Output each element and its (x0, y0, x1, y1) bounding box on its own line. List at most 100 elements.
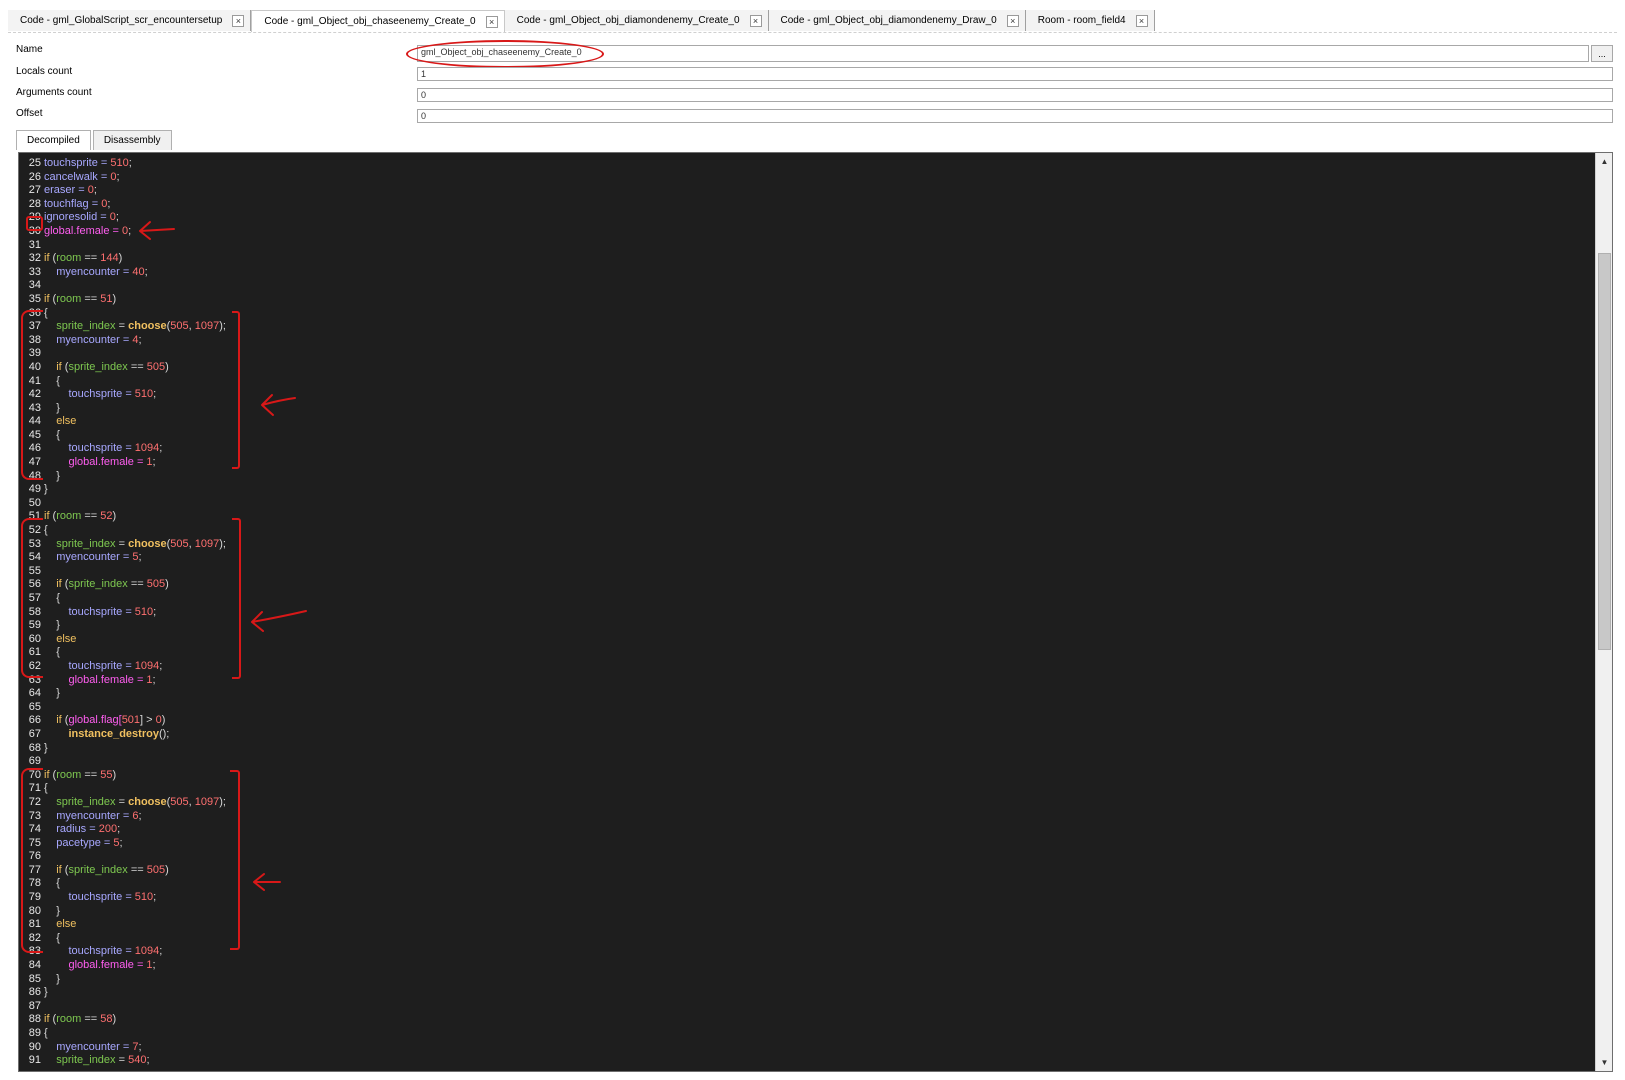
code-line: 26 cancelwalk = 0; (19, 171, 1599, 185)
tab-chaseenemy-create[interactable]: Code - gml_Object_obj_chaseenemy_Create_… (251, 10, 505, 32)
close-icon[interactable]: × (1135, 14, 1148, 27)
close-icon[interactable]: × (485, 15, 498, 28)
line-number: 64 (28, 687, 41, 700)
code-token: 200 (98, 823, 118, 836)
code-line: 29 ignoresolid = 0; (19, 211, 1599, 225)
offset-field[interactable]: 0 (417, 109, 1613, 123)
scroll-thumb[interactable] (1598, 253, 1611, 650)
code-token: ; (117, 823, 121, 836)
code-token: global (68, 673, 98, 686)
code-token: 1097 (194, 537, 220, 550)
code-line: 80 } (19, 905, 1599, 919)
code-token: ) (161, 714, 166, 727)
code-line: 56 if (sprite_index == 505) (19, 578, 1599, 592)
code-token: } (44, 986, 48, 999)
code-token: 505 (170, 537, 189, 550)
code-token: ; (159, 945, 163, 958)
code-token: ; (144, 265, 148, 278)
vertical-scrollbar[interactable]: ▲ ▼ (1595, 153, 1612, 1071)
code-text: { (42, 877, 60, 891)
code-token: ); (219, 320, 226, 333)
code-token: .female = (97, 456, 147, 469)
code-token: 501 (121, 714, 141, 727)
code-token: == (127, 360, 147, 373)
locals-count-field[interactable]: 1 (417, 67, 1613, 81)
code-token: ) (112, 292, 117, 305)
code-token: ; (146, 1054, 150, 1067)
code-text: touchsprite = 510; (42, 891, 156, 905)
code-token: ; (116, 170, 120, 183)
code-token: choose (128, 320, 167, 333)
code-line: 66 if (global.flag[501] > 0) (19, 714, 1599, 728)
line-number: 84 (28, 959, 41, 972)
code-text: else (42, 633, 76, 647)
code-token: global (68, 714, 98, 727)
close-icon[interactable]: × (1006, 14, 1019, 27)
code-token: else (56, 415, 77, 428)
code-token: sprite_index (56, 537, 116, 550)
code-text: touchsprite = 510; (42, 606, 156, 620)
code-token: ; (128, 224, 132, 237)
code-line: 64 } (19, 687, 1599, 701)
code-line: 77 if (sprite_index == 505) (19, 864, 1599, 878)
code-text: } (42, 687, 60, 701)
annotation-bracket-left-1 (21, 310, 43, 480)
close-icon[interactable]: × (749, 14, 762, 27)
code-token: ); (219, 537, 226, 550)
code-token: ); (219, 795, 226, 808)
code-text: myencounter = 4; (42, 334, 141, 348)
code-token: } (44, 904, 60, 917)
tab-decompiled[interactable]: Decompiled (16, 130, 91, 150)
tab-disassembly[interactable]: Disassembly (92, 130, 172, 150)
code-line: 61 { (19, 646, 1599, 660)
line-number: 87 (28, 999, 41, 1012)
scroll-down-icon[interactable]: ▼ (1597, 1055, 1612, 1070)
code-text: { (42, 429, 60, 443)
code-token: touchsprite = (44, 945, 135, 958)
scroll-up-icon[interactable]: ▲ (1597, 154, 1612, 169)
arguments-count-field[interactable]: 0 (417, 88, 1613, 102)
code-line: 81 else (19, 918, 1599, 932)
code-token: room (56, 252, 82, 265)
tab-room-field4[interactable]: Room - room_field4 × (1025, 10, 1155, 31)
code-text: ignoresolid = 0; (42, 211, 119, 225)
tab-diamondenemy-draw[interactable]: Code - gml_Object_obj_diamondenemy_Draw_… (768, 10, 1026, 31)
code-token: ) (118, 252, 123, 265)
code-token: { (44, 877, 60, 890)
code-text: { (42, 592, 60, 606)
line-number: 88 (28, 1013, 41, 1026)
code-line: 74 radius = 200; (19, 823, 1599, 837)
code-text: } (42, 402, 60, 416)
line-number: 89 (28, 1027, 41, 1039)
code-line: 89{ (19, 1027, 1599, 1041)
tab-diamondenemy-create[interactable]: Code - gml_Object_obj_diamondenemy_Creat… (504, 10, 769, 31)
code-editor[interactable]: 25 touchsprite = 510; 26 cancelwalk = 0; 27 e… (18, 152, 1613, 1072)
code-token: ; (153, 388, 157, 401)
tab-encountersetup[interactable]: Code - gml_GlobalScript_scr_encounterset… (8, 10, 252, 31)
browse-button[interactable]: ... (1591, 45, 1613, 62)
code-line: 60 else (19, 633, 1599, 647)
code-token: ignoresolid = (44, 211, 110, 224)
code-line: 68} (19, 742, 1599, 756)
code-token: { (44, 646, 60, 659)
code-token: (); (158, 727, 170, 740)
code-token: } (44, 469, 60, 482)
line-number: 25 (28, 157, 41, 169)
code-text: touchflag = 0; (42, 198, 110, 212)
code-line: 28 touchflag = 0; (19, 198, 1599, 212)
close-icon[interactable]: × (232, 14, 245, 27)
code-line: 45 { (19, 429, 1599, 443)
code-line: 84 global.female = 1; (19, 959, 1599, 973)
code-text: } (42, 470, 60, 484)
code-token: = (115, 320, 129, 333)
code-line: 43 } (19, 402, 1599, 416)
code-token: { (44, 1027, 48, 1039)
code-token: { (44, 782, 48, 795)
